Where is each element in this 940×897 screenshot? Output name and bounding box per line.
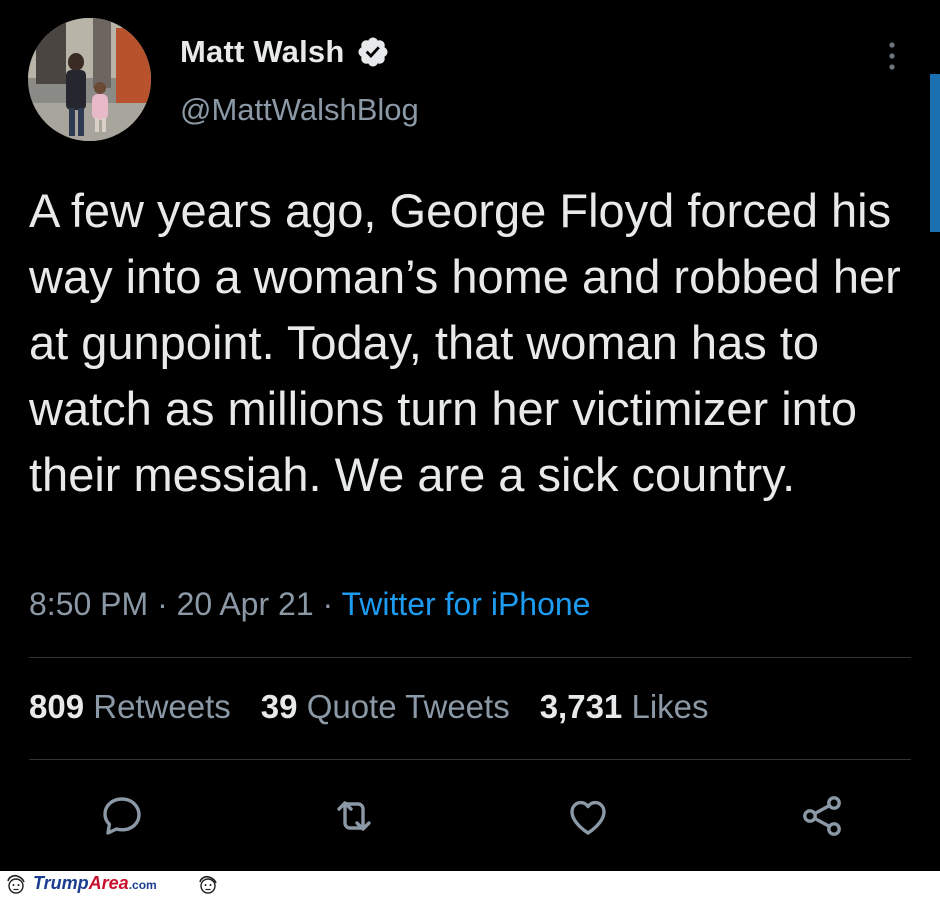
avatar[interactable]: [28, 18, 151, 141]
caricature-face-icon: [7, 874, 25, 894]
caricature-face-icon: [199, 875, 217, 894]
retweets-count: 809: [29, 688, 85, 725]
tweet-screen: Matt Walsh @MattWalshBlog A few years ag…: [0, 0, 940, 871]
action-bar: [0, 792, 940, 842]
quotes-count: 39: [260, 688, 298, 725]
reply-icon[interactable]: [98, 792, 146, 840]
watermark-footer: TrumpArea.com: [0, 871, 940, 897]
verified-badge-icon: [358, 37, 388, 67]
meta-separator: ·: [157, 586, 168, 622]
quotes-label: Quote Tweets: [306, 688, 510, 725]
tweet-text: A few years ago, George Floyd forced his…: [29, 184, 901, 501]
watermark-brand: TrumpArea.com: [33, 873, 157, 894]
retweets-stat[interactable]: 809 Retweets: [29, 688, 231, 726]
display-name[interactable]: Matt Walsh: [180, 34, 344, 70]
scrollbar[interactable]: [930, 74, 940, 232]
brand-part-3: .com: [128, 878, 157, 892]
tweet-meta: 8:50 PM · 20 Apr 21 · Twitter for iPhone: [29, 586, 590, 623]
like-icon[interactable]: [564, 792, 612, 840]
avatar-photo: [28, 18, 151, 141]
likes-count: 3,731: [539, 688, 623, 725]
user-handle[interactable]: @MattWalshBlog: [180, 92, 419, 128]
meta-separator: ·: [322, 586, 334, 622]
engagement-stats: 809 Retweets 39 Quote Tweets 3,731 Likes: [29, 688, 709, 726]
name-row: Matt Walsh: [180, 34, 390, 70]
likes-stat[interactable]: 3,731 Likes: [540, 688, 709, 726]
tweet-source-link[interactable]: Twitter for iPhone: [341, 586, 590, 622]
retweets-label: Retweets: [93, 688, 231, 725]
tweet-time: 8:50 PM: [29, 586, 149, 622]
divider: [29, 657, 911, 658]
brand-part-1: Trump: [33, 873, 89, 893]
quote-tweets-stat[interactable]: 39 Quote Tweets: [261, 688, 510, 726]
tweet-date[interactable]: 20 Apr 21: [177, 586, 314, 622]
likes-label: Likes: [631, 688, 709, 725]
divider: [29, 759, 911, 760]
retweet-icon[interactable]: [330, 792, 378, 840]
more-options-icon[interactable]: [884, 40, 900, 72]
brand-part-2: Area: [88, 873, 129, 893]
share-icon[interactable]: [798, 792, 846, 840]
